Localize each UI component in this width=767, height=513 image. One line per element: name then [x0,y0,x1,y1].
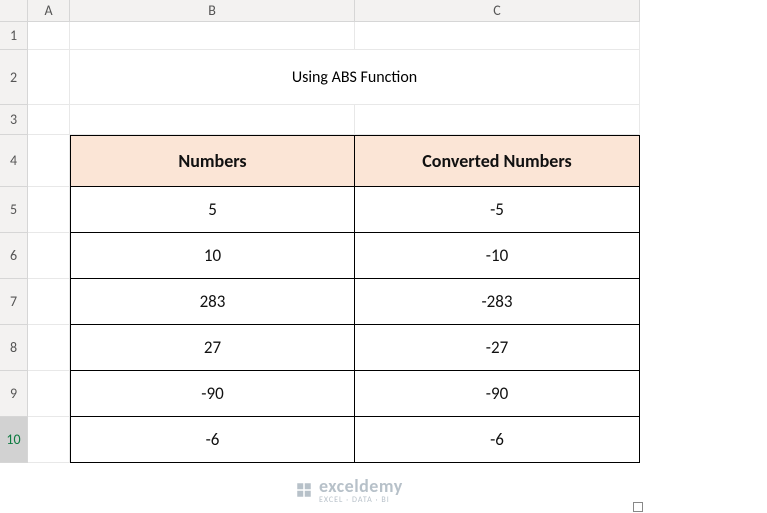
col-header-c[interactable]: C [355,0,640,22]
cell-a9[interactable] [28,371,70,417]
cell-b6[interactable]: 10 [70,233,355,279]
select-all-corner[interactable] [0,0,28,22]
cell-c9[interactable]: -90 [355,371,640,417]
row-header-6[interactable]: 6 [0,233,28,279]
row-header-4[interactable]: 4 [0,135,28,187]
watermark-sub: EXCEL · DATA · BI [319,495,403,505]
cell-a4[interactable] [28,135,70,187]
cell-c5[interactable]: -5 [355,187,640,233]
cell-b9[interactable]: -90 [70,371,355,417]
cell-a7[interactable] [28,279,70,325]
logo-icon [295,481,313,499]
cell-b10[interactable]: -6 [70,417,355,463]
row-header-2[interactable]: 2 [0,50,28,105]
watermark-brand: exceldemy [319,475,403,497]
cell-c7[interactable]: -283 [355,279,640,325]
cell-b5[interactable]: 5 [70,187,355,233]
header-converted[interactable]: Converted Numbers [355,135,640,187]
watermark: exceldemy EXCEL · DATA · BI [295,475,403,505]
cell-a3[interactable] [28,105,70,135]
cell-b3[interactable] [70,105,355,135]
cell-a5[interactable] [28,187,70,233]
spreadsheet-grid: A B C 1 2 Using ABS Function 3 4 Numbers… [0,0,767,463]
row-header-7[interactable]: 7 [0,279,28,325]
cell-a10[interactable] [28,417,70,463]
row-header-8[interactable]: 8 [0,325,28,371]
title-cell[interactable]: Using ABS Function [70,50,640,105]
cell-b7[interactable]: 283 [70,279,355,325]
col-header-a[interactable]: A [28,0,70,22]
row-header-5[interactable]: 5 [0,187,28,233]
cell-a8[interactable] [28,325,70,371]
header-numbers[interactable]: Numbers [70,135,355,187]
cell-c6[interactable]: -10 [355,233,640,279]
cell-c8[interactable]: -27 [355,325,640,371]
cell-c3[interactable] [355,105,640,135]
cell-b8[interactable]: 27 [70,325,355,371]
row-header-9[interactable]: 9 [0,371,28,417]
cell-a2[interactable] [28,50,70,105]
cell-c1[interactable] [355,22,640,50]
cell-a6[interactable] [28,233,70,279]
cell-c10[interactable]: -6 [355,417,640,463]
row-header-3[interactable]: 3 [0,105,28,135]
fill-handle-icon[interactable] [633,502,643,512]
col-header-b[interactable]: B [70,0,355,22]
row-header-10[interactable]: 10 [0,417,28,463]
cell-a1[interactable] [28,22,70,50]
row-header-1[interactable]: 1 [0,22,28,50]
cell-b1[interactable] [70,22,355,50]
